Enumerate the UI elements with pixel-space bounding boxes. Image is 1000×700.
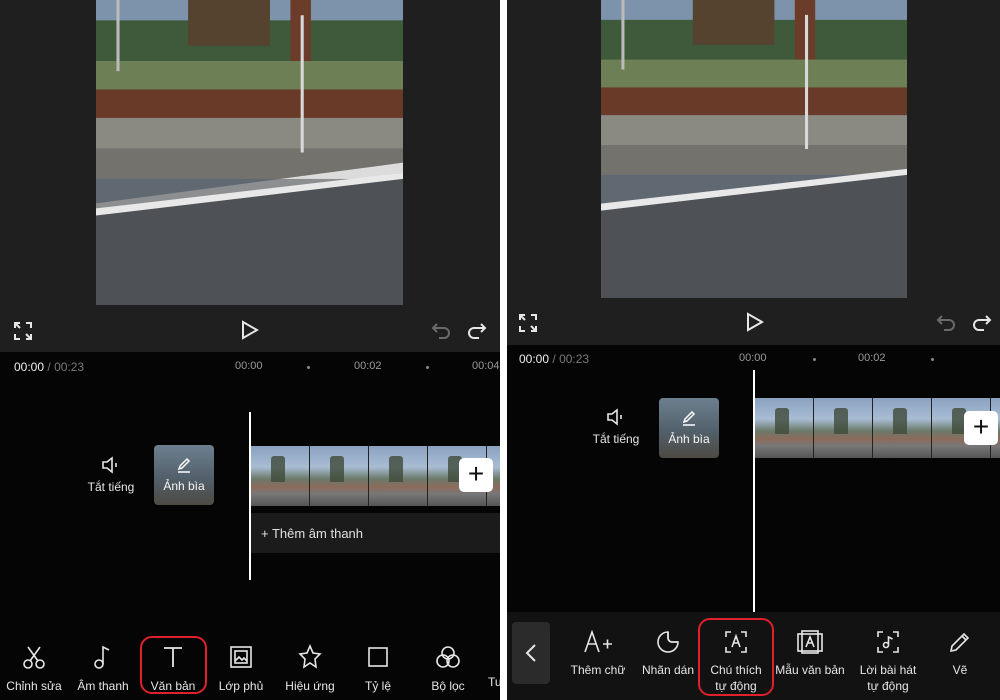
play-icon[interactable] — [743, 310, 767, 334]
undo-icon[interactable] — [935, 312, 957, 332]
tool-label: Hiệu ứng — [285, 679, 335, 693]
tool-partial[interactable]: Tu — [488, 674, 500, 690]
tool-ratio[interactable]: Tỷ lệ — [348, 644, 408, 694]
clip-frame — [873, 398, 932, 458]
playhead[interactable] — [753, 370, 755, 612]
time-separator: / — [552, 352, 556, 366]
tool-label: Chỉnh sửa — [6, 679, 62, 693]
edit-pencil-icon — [177, 457, 191, 473]
tool-label: Bộ lọc — [431, 679, 465, 693]
add-clip-button[interactable]: + — [964, 411, 998, 445]
pencil-icon — [949, 632, 970, 653]
preview-area — [507, 0, 1000, 345]
add-audio-button[interactable]: + Thêm âm thanh — [251, 513, 500, 553]
tool-add-text[interactable]: Thêm chữ — [565, 630, 631, 678]
tick-dot — [426, 366, 429, 369]
right-editor-panel: 00:00 / 00:23 00:00 00:02 Tắt tiếng Ảnh … — [507, 0, 1000, 700]
current-time: 00:00 — [519, 352, 550, 366]
tick-label: 00:00 — [235, 360, 263, 372]
total-time: 00:23 — [559, 352, 590, 366]
highlight-box — [698, 618, 774, 696]
tool-draw[interactable]: Vẽ — [933, 630, 987, 678]
time-readout: 00:00 / 00:23 — [14, 360, 84, 374]
cover-thumbnail[interactable]: Ảnh bìa — [154, 445, 214, 505]
mute-label: Tắt tiếng — [592, 432, 640, 446]
play-icon[interactable] — [238, 318, 262, 342]
total-time: 00:23 — [54, 360, 85, 374]
tool-effects[interactable]: Hiệu ứng — [278, 644, 342, 694]
tool-label: Lớp phủ — [218, 679, 264, 693]
add-clip-button[interactable]: + — [459, 458, 493, 492]
clip-frame — [310, 446, 369, 506]
tick-dot — [813, 358, 816, 361]
tool-label: Tỷ lệ — [364, 679, 391, 693]
speaker-icon — [102, 456, 117, 474]
undo-icon[interactable] — [430, 320, 452, 340]
ratio-square-icon — [368, 647, 388, 667]
music-note-icon — [94, 645, 110, 669]
clip-frame — [814, 398, 873, 458]
chevron-left-icon — [525, 644, 536, 662]
preview-area — [0, 0, 500, 352]
left-editor-panel: 00:00 / 00:23 00:00 00:02 00:04 Tắt tiến… — [0, 0, 500, 700]
tool-label: tự động — [867, 679, 909, 693]
effects-star-icon — [298, 644, 322, 669]
tool-label: Tu — [488, 675, 500, 689]
mute-label: Tắt tiếng — [87, 480, 135, 494]
tool-label: Vẽ — [952, 663, 968, 677]
tool-sticker[interactable]: Nhãn dán — [635, 630, 701, 678]
tick-label: 00:00 — [739, 352, 767, 364]
sticker-icon — [657, 631, 679, 653]
tool-audio[interactable]: Âm thanh — [72, 644, 134, 694]
current-time: 00:00 — [14, 360, 45, 374]
fullscreen-icon[interactable] — [517, 312, 539, 334]
tool-filter[interactable]: Bộ lọc — [416, 644, 480, 694]
tool-overlay[interactable]: Lớp phủ — [210, 644, 272, 694]
tick-label: 00:04 — [472, 360, 500, 372]
clip-frame — [755, 398, 814, 458]
edit-pencil-icon — [682, 410, 696, 426]
video-preview[interactable] — [96, 0, 403, 305]
speaker-icon — [607, 408, 622, 426]
tool-auto-lyrics[interactable]: Lời bài hát tự động — [853, 630, 923, 694]
time-separator: / — [47, 360, 51, 374]
tool-text-template[interactable]: Mẫu văn bản — [773, 630, 847, 678]
cover-thumbnail[interactable]: Ảnh bìa — [659, 398, 719, 458]
tool-label: Lời bài hát — [859, 663, 917, 677]
timeline-ruler: 00:00 / 00:23 00:00 00:02 00:04 — [0, 356, 500, 378]
tick-dot — [931, 358, 934, 361]
scissors-icon — [23, 646, 45, 669]
back-button[interactable] — [512, 622, 550, 684]
redo-icon[interactable] — [971, 312, 993, 332]
redo-icon[interactable] — [466, 320, 488, 340]
clip-frame — [369, 446, 428, 506]
tool-label: Mẫu văn bản — [775, 663, 845, 677]
tick-label: 00:02 — [858, 352, 886, 364]
timeline-ruler: 00:00 / 00:23 00:00 00:02 — [507, 348, 1000, 370]
fullscreen-icon[interactable] — [12, 320, 34, 342]
tick-label: 00:02 — [354, 360, 382, 372]
mute-button[interactable]: Tắt tiếng — [76, 456, 146, 494]
video-preview[interactable] — [601, 0, 907, 298]
highlight-box — [140, 636, 207, 694]
tick-dot — [307, 366, 310, 369]
time-readout: 00:00 / 00:23 — [519, 352, 589, 366]
tool-edit[interactable]: Chỉnh sửa — [2, 644, 66, 694]
playhead[interactable] — [249, 412, 251, 580]
overlay-icon — [230, 646, 252, 668]
text-template-icon — [797, 630, 823, 654]
tool-label: Thêm chữ — [570, 663, 626, 677]
tool-label: Nhãn dán — [641, 663, 695, 677]
filter-icon — [436, 646, 460, 668]
cover-label: Ảnh bìa — [163, 479, 205, 493]
tool-label: Âm thanh — [77, 679, 129, 693]
mute-button[interactable]: Tắt tiếng — [581, 408, 651, 446]
cover-label: Ảnh bìa — [668, 432, 710, 446]
auto-lyrics-icon — [877, 631, 899, 653]
add-text-icon — [584, 630, 612, 653]
clip-frame — [251, 446, 310, 506]
